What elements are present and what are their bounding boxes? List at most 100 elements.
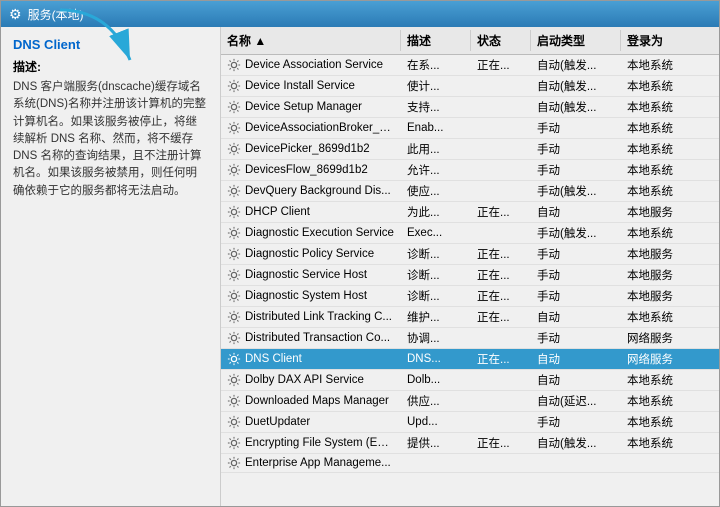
table-row[interactable]: Device Install Service使计...自动(触发...本地系统 bbox=[221, 76, 719, 97]
service-status: 正在... bbox=[471, 55, 531, 75]
service-startup: 手动(触发... bbox=[531, 223, 621, 243]
table-row[interactable]: DeviceAssociationBroker_8...Enab...手动本地系… bbox=[221, 118, 719, 139]
service-gear-icon bbox=[227, 79, 241, 93]
service-startup: 自动(触发... bbox=[531, 97, 621, 117]
service-cell: Distributed Transaction Co... bbox=[221, 329, 401, 347]
service-gear-icon bbox=[227, 394, 241, 408]
service-logon: 本地服务 bbox=[621, 244, 701, 264]
table-row[interactable]: Device Association Service在系...正在...自动(触… bbox=[221, 55, 719, 76]
table-row[interactable]: DHCP Client为此...正在...自动本地服务 bbox=[221, 202, 719, 223]
service-status bbox=[471, 84, 531, 88]
service-cell: Device Association Service bbox=[221, 56, 401, 74]
service-desc bbox=[401, 461, 471, 465]
service-gear-icon bbox=[227, 184, 241, 198]
service-startup: 手动 bbox=[531, 244, 621, 264]
service-cell: DNS Client bbox=[221, 350, 401, 368]
table-row[interactable]: Diagnostic Service Host诊断...正在...手动本地服务 bbox=[221, 265, 719, 286]
service-logon: 本地系统 bbox=[621, 76, 701, 96]
service-gear-icon bbox=[227, 436, 241, 450]
service-name-text: Enterprise App Manageme... bbox=[245, 457, 391, 469]
service-cell: Distributed Link Tracking C... bbox=[221, 308, 401, 326]
service-desc: 支持... bbox=[401, 97, 471, 117]
service-desc: 诊断... bbox=[401, 286, 471, 306]
service-status bbox=[471, 399, 531, 403]
table-row[interactable]: DuetUpdaterUpd...手动本地系统 bbox=[221, 412, 719, 433]
service-gear-icon bbox=[227, 310, 241, 324]
service-desc: 使应... bbox=[401, 181, 471, 201]
service-name-text: Diagnostic System Host bbox=[245, 290, 367, 302]
service-desc: 维护... bbox=[401, 307, 471, 327]
service-status: 正在... bbox=[471, 349, 531, 369]
right-panel: 名称 ▲ 描述 状态 启动类型 登录为 Device Association S… bbox=[221, 27, 719, 506]
service-name-text: DevicePicker_8699d1b2 bbox=[245, 143, 370, 155]
table-body[interactable]: Device Association Service在系...正在...自动(触… bbox=[221, 55, 719, 506]
service-name-text: Distributed Link Tracking C... bbox=[245, 311, 392, 323]
service-status: 正在... bbox=[471, 307, 531, 327]
col-name[interactable]: 名称 ▲ bbox=[221, 30, 401, 51]
table-row[interactable]: Downloaded Maps Manager供应...自动(延迟...本地系统 bbox=[221, 391, 719, 412]
service-gear-icon bbox=[227, 58, 241, 72]
service-status: 正在... bbox=[471, 244, 531, 264]
col-startup[interactable]: 启动类型 bbox=[531, 30, 621, 51]
table-header: 名称 ▲ 描述 状态 启动类型 登录为 bbox=[221, 27, 719, 55]
service-name-text: DeviceAssociationBroker_8... bbox=[245, 122, 395, 134]
service-cell: DeviceAssociationBroker_8... bbox=[221, 119, 401, 137]
service-logon: 本地系统 bbox=[621, 55, 701, 75]
service-desc: 在系... bbox=[401, 55, 471, 75]
table-row[interactable]: Distributed Link Tracking C... 维护...正在...… bbox=[221, 307, 719, 328]
col-status[interactable]: 状态 bbox=[471, 30, 531, 51]
service-startup: 自动 bbox=[531, 202, 621, 222]
arrow-icon bbox=[50, 27, 150, 80]
service-gear-icon bbox=[227, 121, 241, 135]
col-logon[interactable]: 登录为 bbox=[621, 30, 701, 51]
service-status bbox=[471, 147, 531, 151]
table-row[interactable]: Encrypting File System (EFS)提供...正在...自动… bbox=[221, 433, 719, 454]
service-status: 正在... bbox=[471, 286, 531, 306]
table-row[interactable]: Diagnostic System Host诊断...正在...手动本地服务 bbox=[221, 286, 719, 307]
service-status bbox=[471, 461, 531, 465]
service-desc: 协调... bbox=[401, 328, 471, 348]
table-row[interactable]: DNS ClientDNS...正在...自动网络服务 bbox=[221, 349, 719, 370]
table-row[interactable]: Diagnostic Execution ServiceExec...手动(触发… bbox=[221, 223, 719, 244]
table-row[interactable]: DevicesFlow_8699d1b2允许...手动本地系统 bbox=[221, 160, 719, 181]
service-desc: Dolb... bbox=[401, 372, 471, 388]
service-logon: 本地系统 bbox=[621, 412, 701, 432]
service-cell: Downloaded Maps Manager bbox=[221, 392, 401, 410]
service-status bbox=[471, 336, 531, 340]
table-row[interactable]: Device Setup Manager支持...自动(触发...本地系统 bbox=[221, 97, 719, 118]
service-name-text: Diagnostic Policy Service bbox=[245, 248, 374, 260]
service-cell: Diagnostic Execution Service bbox=[221, 224, 401, 242]
table-row[interactable]: Enterprise App Manageme... bbox=[221, 454, 719, 473]
service-cell: DevicePicker_8699d1b2 bbox=[221, 140, 401, 158]
service-startup: 手动 bbox=[531, 118, 621, 138]
service-status: 正在... bbox=[471, 433, 531, 453]
service-status bbox=[471, 126, 531, 130]
service-name-text: DevQuery Background Dis... bbox=[245, 185, 391, 197]
service-logon: 本地系统 bbox=[621, 160, 701, 180]
service-status bbox=[471, 189, 531, 193]
table-row[interactable]: Diagnostic Policy Service诊断...正在...手动本地服… bbox=[221, 244, 719, 265]
service-startup: 手动 bbox=[531, 328, 621, 348]
service-name-text: Device Association Service bbox=[245, 59, 383, 71]
service-cell: DuetUpdater bbox=[221, 413, 401, 431]
service-gear-icon bbox=[227, 268, 241, 282]
col-desc[interactable]: 描述 bbox=[401, 30, 471, 51]
table-row[interactable]: DevicePicker_8699d1b2此用...手动本地系统 bbox=[221, 139, 719, 160]
service-status: 正在... bbox=[471, 265, 531, 285]
service-status bbox=[471, 105, 531, 109]
table-row[interactable]: Dolby DAX API ServiceDolb...自动本地系统 bbox=[221, 370, 719, 391]
table-row[interactable]: Distributed Transaction Co...协调...手动网络服务 bbox=[221, 328, 719, 349]
service-gear-icon bbox=[227, 100, 241, 114]
service-cell: Device Install Service bbox=[221, 77, 401, 95]
service-name-text: Device Install Service bbox=[245, 80, 355, 92]
service-desc: 使计... bbox=[401, 76, 471, 96]
service-status: 正在... bbox=[471, 202, 531, 222]
service-startup: 手动 bbox=[531, 265, 621, 285]
table-row[interactable]: DevQuery Background Dis...使应...手动(触发...本… bbox=[221, 181, 719, 202]
service-status bbox=[471, 231, 531, 235]
service-gear-icon bbox=[227, 331, 241, 345]
service-logon: 本地系统 bbox=[621, 370, 701, 390]
service-name-text: Downloaded Maps Manager bbox=[245, 395, 389, 407]
service-status bbox=[471, 420, 531, 424]
service-logon: 本地系统 bbox=[621, 139, 701, 159]
